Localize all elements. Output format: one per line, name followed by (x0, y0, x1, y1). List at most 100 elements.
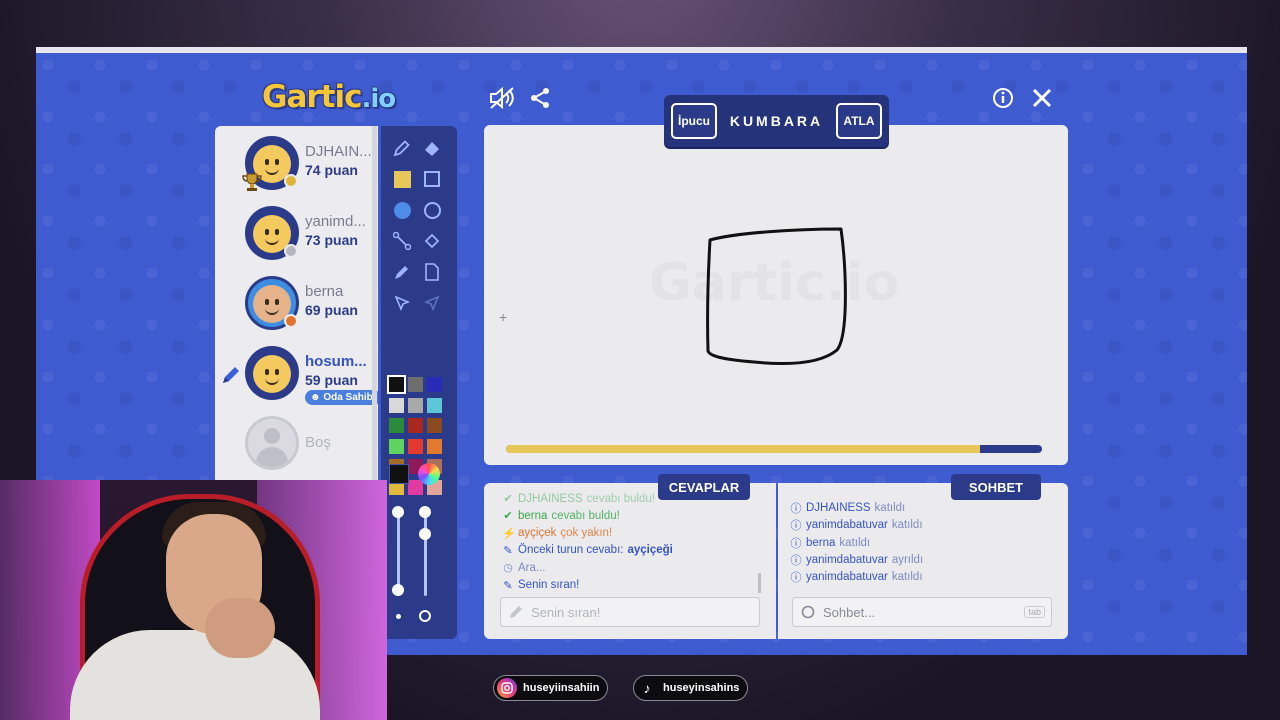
large-brush-circle-icon (419, 610, 431, 622)
player-name: hosum... (305, 353, 367, 370)
small-brush-dot-icon (396, 614, 401, 619)
message-text: katıldı (839, 536, 871, 549)
check-icon: ✔ (503, 510, 513, 523)
message-user: yanimdabatuvar (806, 571, 888, 584)
message-text: katıldı (874, 502, 906, 514)
circle-tool-icon[interactable] (420, 198, 444, 222)
player-score: 74 puan (305, 162, 358, 178)
answer-message: ✔ DJHAINESS cevabı buldu! (502, 492, 655, 506)
player-card[interactable]: DJHAIN... 74 puan (215, 130, 372, 198)
room-owner-badge: ☻ Oda Sahibi (305, 390, 378, 405)
info-icon[interactable] (989, 84, 1017, 112)
new-page-tool-icon[interactable] (420, 260, 444, 284)
players-list: DJHAIN... 74 puan yanimd... 73 puan bern… (215, 126, 378, 486)
secret-word: KUMBARA (729, 113, 824, 129)
player-card[interactable]: yanimd... 73 puan (215, 200, 370, 268)
redo-tool-icon[interactable] (420, 291, 444, 315)
filled-circle-tool-icon[interactable] (390, 198, 414, 222)
crosshair-cursor: + (499, 309, 508, 325)
filled-rectangle-tool-icon[interactable] (390, 167, 414, 191)
webcam-overlay (0, 480, 387, 720)
message-text: Ara... (518, 561, 546, 574)
color-swatch[interactable] (408, 397, 423, 413)
message-text: ayrıldı (891, 553, 924, 566)
player-score: 73 puan (305, 232, 358, 248)
user-drawing (706, 227, 847, 366)
pencil-tool-icon[interactable] (390, 136, 414, 160)
info-icon: ⓘ (790, 572, 802, 585)
chat-tab[interactable]: SOHBET (951, 474, 1041, 500)
opacity-slider[interactable] (419, 506, 431, 596)
answer-message: ◷ Ara... (502, 561, 546, 575)
player-card-current[interactable]: hosum... 59 puan ☻ Oda Sahibi (215, 340, 378, 408)
answer-message: ✔ berna cevabı buldu! (502, 509, 619, 523)
skip-button[interactable]: ATLA (835, 103, 882, 139)
trophy-icon (241, 172, 263, 197)
answer-input-placeholder: Senin sıran! (531, 604, 601, 620)
message-user: berna (806, 536, 836, 549)
chat-panel: ⓘ DJHAINESS katıldı ⓘ yanimdabatuvar katıldı ⓘ… (778, 483, 1068, 639)
message-text: Senin sıran! (518, 579, 580, 591)
color-swatch[interactable] (387, 375, 406, 394)
players-scrollbar[interactable] (372, 126, 377, 486)
answer-message: ✎ Önceki turun cevabı: ayçiçeği (502, 544, 673, 557)
current-color-swatch[interactable] (389, 464, 409, 484)
rectangle-tool-icon[interactable] (420, 167, 444, 191)
instagram-icon (497, 678, 517, 698)
chat-input[interactable]: Sohbet... tab (792, 597, 1052, 627)
empty-avatar-icon (245, 416, 299, 470)
drawing-canvas[interactable]: Gartic.io + (484, 125, 1068, 465)
undo-tool-icon[interactable] (390, 291, 414, 315)
answer-message: ✎ Senin sıran! (502, 579, 579, 592)
avatar (245, 346, 299, 400)
pencil-icon: ✎ (503, 579, 513, 592)
check-icon: ✔ (503, 493, 513, 505)
brush-size-slider[interactable] (392, 506, 404, 596)
message-user: DJHAINESS (806, 502, 871, 514)
chat-message: ⓘ DJHAINESS katıldı (790, 500, 906, 516)
round-timer-bar (506, 445, 1042, 453)
tiktok-handle: ♪ huseyinsahins (633, 675, 749, 701)
empty-player-slot[interactable]: Boş (215, 410, 370, 478)
tab-key-hint: tab (1024, 606, 1045, 618)
info-icon: ⓘ (790, 537, 802, 550)
color-swatch[interactable] (427, 438, 442, 454)
color-picker-tool-icon[interactable] (390, 260, 414, 284)
pencil-icon (510, 606, 522, 618)
color-swatch[interactable] (427, 418, 442, 433)
custom-color-wheel-icon[interactable] (418, 463, 440, 485)
color-swatch[interactable] (389, 418, 404, 433)
message-user: DJHAINESS (518, 492, 583, 505)
color-swatch[interactable] (427, 397, 442, 413)
answers-scrollbar[interactable] (758, 573, 761, 593)
message-text: çok yakın! (560, 527, 613, 540)
fill-bucket-tool-icon[interactable] (420, 229, 444, 253)
message-text: katıldı (891, 519, 923, 532)
chat-input-placeholder: Sohbet... (823, 604, 876, 620)
tiktok-icon: ♪ (637, 678, 657, 698)
player-score: 59 puan (305, 372, 358, 388)
color-swatch[interactable] (408, 377, 423, 392)
share-icon[interactable] (526, 84, 554, 112)
player-card[interactable]: berna 69 puan (215, 270, 370, 338)
player-name: DJHAIN... (305, 143, 372, 160)
color-swatch[interactable] (408, 418, 423, 433)
answer-input[interactable]: Senin sıran! (500, 597, 760, 627)
mute-sound-icon[interactable] (488, 84, 516, 112)
answers-tab[interactable]: CEVAPLAR (658, 474, 750, 500)
color-swatch[interactable] (389, 397, 404, 413)
color-swatch[interactable] (408, 438, 423, 454)
chat-message: ⓘ yanimdabatuvar ayrıldı (790, 552, 924, 568)
info-icon: ⓘ (790, 503, 802, 515)
color-swatch[interactable] (389, 438, 404, 454)
round-timer-fill (506, 445, 981, 453)
line-tool-icon[interactable] (390, 229, 414, 253)
close-icon[interactable] (1028, 84, 1056, 112)
hint-button[interactable]: İpucu (671, 103, 717, 139)
clock-icon: ◷ (503, 562, 513, 575)
eraser-tool-icon[interactable] (420, 136, 444, 160)
color-swatch[interactable] (427, 377, 442, 392)
drawing-pencil-icon (220, 364, 242, 391)
message-text: cevabı buldu! (586, 492, 655, 505)
player-score: 69 puan (305, 302, 358, 318)
